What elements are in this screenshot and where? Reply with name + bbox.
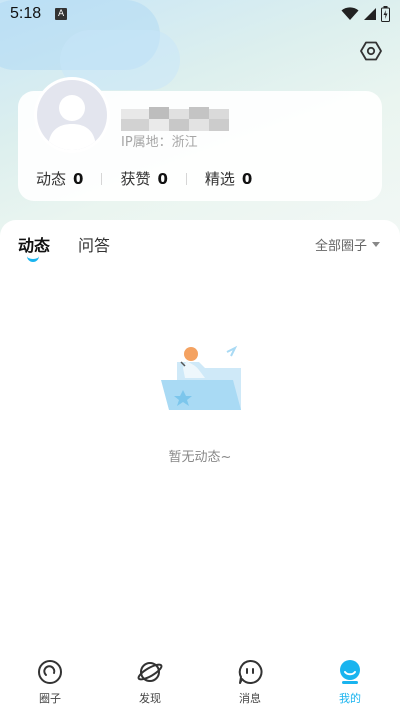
nav-label: 圈子 (39, 692, 61, 705)
avatar-placeholder (37, 80, 107, 150)
stat-likes[interactable]: 获赞 0 (120, 168, 167, 189)
ip-location: IP属地：浙江 (121, 135, 198, 150)
nav-label: 发现 (139, 692, 161, 705)
planet-icon (137, 662, 163, 682)
nav-item-messages[interactable]: 消息 (200, 652, 300, 712)
signal-icon (364, 8, 376, 20)
empty-state-text: 暂无动态~ (168, 450, 232, 465)
empty-folder-illustration (161, 345, 241, 410)
tab-qa[interactable]: 问答 (78, 232, 110, 256)
nav-item-profile[interactable]: 我的 (300, 652, 400, 712)
profile-icon (340, 660, 360, 684)
content-tabs: 动态 问答 (18, 232, 110, 262)
username-redacted[interactable] (121, 107, 229, 131)
stat-value: 0 (73, 169, 84, 188)
status-time: 5:18 (10, 5, 42, 22)
stat-value: 0 (241, 169, 253, 188)
avatar[interactable] (34, 77, 110, 153)
user-silhouette-icon (48, 95, 96, 150)
bottom-navigation: 圈子 发现 消息 我的 (0, 652, 400, 712)
stat-featured[interactable]: 精选 0 (205, 168, 252, 189)
stat-label: 动态 (36, 170, 67, 188)
status-bar: 5:18 A (0, 0, 400, 28)
divider (101, 172, 103, 185)
message-icon (238, 659, 263, 684)
wifi-icon (341, 7, 359, 20)
settings-icon[interactable] (360, 40, 382, 62)
pixelated-name (121, 107, 229, 131)
filter-label: 全部圈子 (314, 239, 367, 254)
stat-value: 0 (157, 169, 168, 188)
nav-label: 我的 (339, 692, 361, 705)
content-panel (0, 220, 400, 660)
tab-label: 问答 (78, 236, 111, 255)
tab-label: 动态 (18, 236, 51, 255)
nav-item-discover[interactable]: 发现 (100, 652, 200, 712)
dropdown-arrow-icon (372, 242, 380, 247)
profile-stats: 动态 0 获赞 0 精选 0 (36, 168, 252, 189)
divider (185, 172, 187, 185)
stat-posts[interactable]: 动态 0 (36, 168, 83, 189)
notification-icon: A (55, 8, 68, 20)
nav-item-circle[interactable]: 圈子 (0, 652, 100, 712)
circle-icon (38, 660, 62, 684)
stat-label: 获赞 (120, 170, 151, 188)
nav-label: 消息 (239, 692, 261, 705)
stat-label: 精选 (204, 170, 235, 188)
battery-icon (381, 6, 390, 22)
circle-filter-dropdown[interactable]: 全部圈子 (315, 235, 380, 254)
tab-posts[interactable]: 动态 (18, 232, 51, 262)
